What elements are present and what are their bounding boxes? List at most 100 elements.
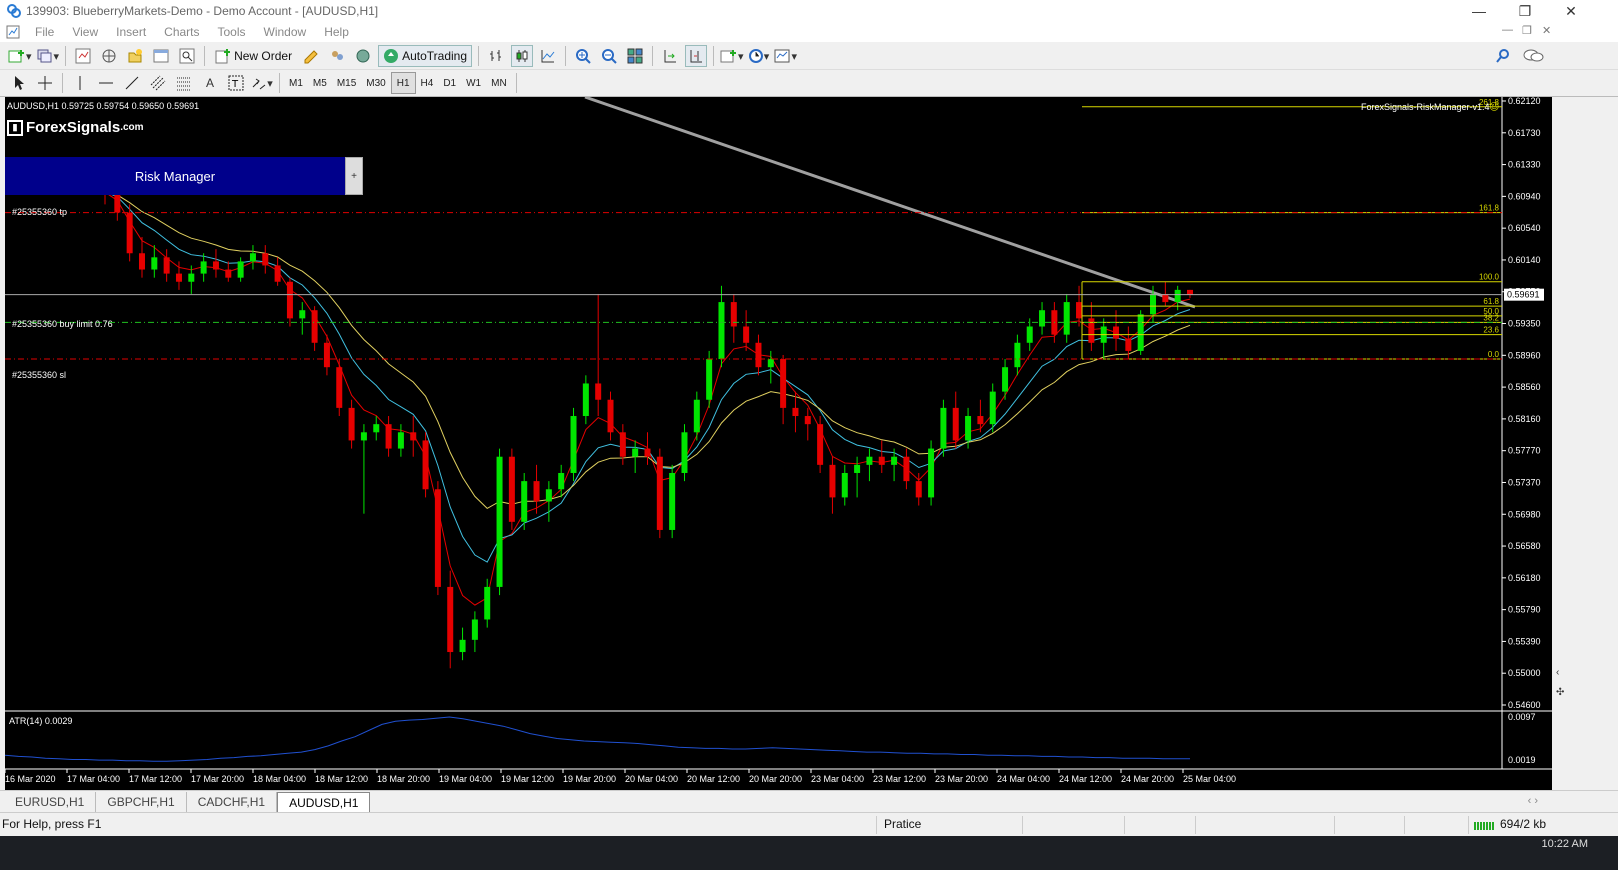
menu-insert[interactable]: Insert <box>107 25 155 39</box>
tab-gbpchf[interactable]: GBPCHF,H1 <box>96 792 187 812</box>
mdi-close-button[interactable]: ✕ <box>1542 24 1551 37</box>
candle-body <box>1125 338 1132 351</box>
new-order-button[interactable]: New Order <box>211 45 296 67</box>
timeframe-m30[interactable]: M30 <box>361 72 390 94</box>
menu-file[interactable]: File <box>26 25 63 39</box>
trendline-icon[interactable] <box>121 72 143 94</box>
arrows-icon[interactable]: ▾ <box>251 72 273 94</box>
candle-body <box>471 619 478 640</box>
order-lines[interactable] <box>5 212 1502 360</box>
text-label-icon[interactable]: T <box>225 72 247 94</box>
vertical-line-icon[interactable] <box>69 72 91 94</box>
templates-icon[interactable]: ▾ <box>774 45 797 67</box>
zoom-in-icon[interactable] <box>572 45 594 67</box>
mdi-restore-button[interactable]: ❐ <box>1522 24 1532 37</box>
candle-body <box>249 253 256 262</box>
candle-body <box>1026 326 1033 343</box>
scroll-left-icon[interactable]: ‹ <box>1556 667 1568 679</box>
horizontal-line-icon[interactable] <box>95 72 117 94</box>
fibonacci-retracement[interactable]: 261.8161.8100.061.850.038.223.60.0 <box>1081 98 1502 360</box>
candle-body <box>1076 302 1083 319</box>
mdi-minimize-button[interactable]: — <box>1502 24 1513 36</box>
auto-scroll-icon[interactable] <box>659 45 681 67</box>
timeframe-m1[interactable]: M1 <box>284 72 308 94</box>
price-tick-label: 0.58160 <box>1508 414 1541 424</box>
zoom-out-icon[interactable] <box>598 45 620 67</box>
candle <box>1076 285 1083 327</box>
standard-toolbar: ▾ ▾ New Order AutoTrading ▾ ▾ ▾ <box>0 43 1618 70</box>
price-chart[interactable]: 261.8161.8100.061.850.038.223.60.0 0.621… <box>5 97 1552 790</box>
candle-body <box>237 261 244 278</box>
terminal-icon[interactable] <box>150 45 172 67</box>
chart-window[interactable]: 261.8 161.8 100.0 61.8 50.0 38.2 23.6 0.0 0.621… <box>5 97 1552 790</box>
market-watch-icon[interactable] <box>72 45 94 67</box>
forexsignals-logo: ▮ ForexSignals .com <box>7 119 144 136</box>
candle-body <box>817 424 824 465</box>
order-sl-label: #25355360 sl <box>12 370 66 380</box>
timeframe-m15[interactable]: M15 <box>332 72 361 94</box>
strategy-tester-icon[interactable] <box>176 45 198 67</box>
timeframe-h4[interactable]: H4 <box>416 72 439 94</box>
timeframe-m5[interactable]: M5 <box>308 72 332 94</box>
candle <box>1162 281 1169 307</box>
menu-view[interactable]: View <box>63 25 107 39</box>
timeframe-mn[interactable]: MN <box>486 72 512 94</box>
data-window-icon[interactable] <box>98 45 120 67</box>
candlestick-chart-icon[interactable] <box>511 45 534 67</box>
move-icon[interactable]: ✣ <box>1556 687 1568 699</box>
navigator-icon[interactable] <box>124 45 146 67</box>
menu-help[interactable]: Help <box>315 25 358 39</box>
candle <box>780 354 787 425</box>
candle-body <box>595 383 602 400</box>
candle <box>878 440 885 473</box>
periods-icon[interactable]: ▾ <box>748 45 770 67</box>
tab-cadchf[interactable]: CADCHF,H1 <box>187 792 278 812</box>
metaeditor-icon[interactable] <box>300 45 322 67</box>
candle-body <box>533 481 540 502</box>
price-tick-label: 0.57770 <box>1508 446 1541 456</box>
time-tick-label: 19 Mar 12:00 <box>501 774 554 784</box>
new-chart-icon[interactable]: ▾ <box>8 45 32 67</box>
candle <box>447 570 454 669</box>
risk-manager-button[interactable]: Risk Manager <box>5 157 345 195</box>
bar-chart-icon[interactable] <box>485 45 507 67</box>
text-icon[interactable]: A <box>199 72 221 94</box>
menu-window[interactable]: Window <box>255 25 316 39</box>
search-icon[interactable] <box>1495 48 1511 67</box>
signals-icon[interactable] <box>352 45 374 67</box>
equidistant-channel-icon[interactable] <box>147 72 169 94</box>
candle <box>1014 334 1021 376</box>
community-icon[interactable] <box>326 45 348 67</box>
crosshair-icon[interactable] <box>34 72 56 94</box>
tab-audusd[interactable]: AUDUSD,H1 <box>277 792 371 812</box>
menu-tools[interactable]: Tools <box>209 25 255 39</box>
risk-manager-expand-button[interactable]: + <box>345 157 363 195</box>
candle-body <box>1174 289 1181 303</box>
cursor-icon[interactable] <box>8 72 30 94</box>
candle <box>1088 302 1095 351</box>
indicators-icon[interactable]: ▾ <box>720 45 744 67</box>
candle-body <box>114 192 121 213</box>
close-button[interactable]: ✕ <box>1548 0 1594 22</box>
minimize-button[interactable]: — <box>1456 0 1502 22</box>
chat-icon[interactable] <box>1522 48 1544 67</box>
restore-button[interactable]: ❐ <box>1502 0 1548 22</box>
fib-level-label: 61.8 <box>1483 297 1499 306</box>
candle <box>940 399 947 457</box>
fibonacci-retracement-icon[interactable] <box>173 72 195 94</box>
candle <box>200 253 207 282</box>
timeframe-w1[interactable]: W1 <box>461 72 486 94</box>
profiles-icon[interactable]: ▾ <box>36 45 59 67</box>
chart-shift-icon[interactable] <box>685 45 708 67</box>
candles <box>102 163 1193 669</box>
line-chart-icon[interactable] <box>537 45 559 67</box>
timeframe-h1[interactable]: H1 <box>390 72 416 94</box>
tab-eurusd[interactable]: EURUSD,H1 <box>4 792 97 812</box>
timeframe-d1[interactable]: D1 <box>438 72 461 94</box>
autotrading-button[interactable]: AutoTrading <box>378 45 473 67</box>
time-tick-label: 24 Mar 04:00 <box>997 774 1050 784</box>
tile-windows-icon[interactable] <box>624 45 646 67</box>
candle-body <box>693 399 700 433</box>
menu-charts[interactable]: Charts <box>155 25 208 39</box>
tab-scroll-icon[interactable]: ‹ › <box>1528 795 1538 807</box>
